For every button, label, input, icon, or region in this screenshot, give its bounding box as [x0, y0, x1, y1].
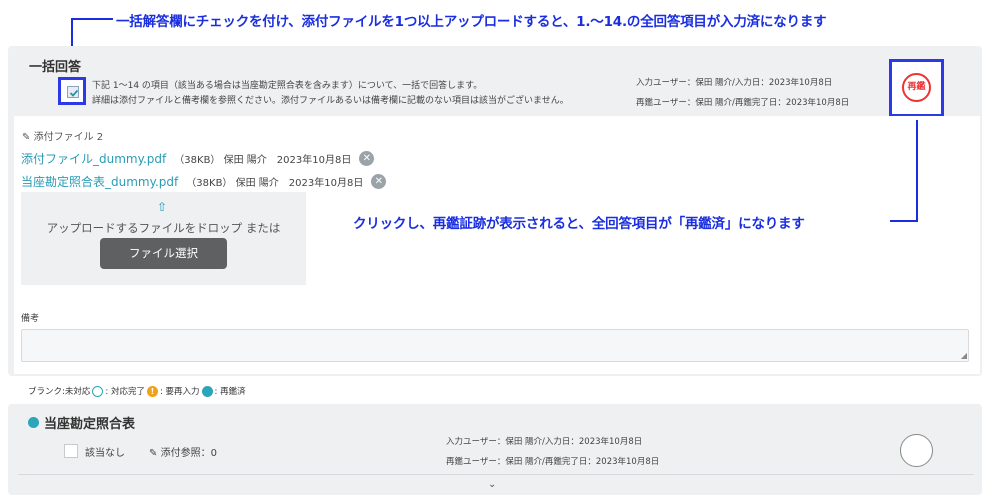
file-meta: （38KB） 保田 陽介 2023年10月8日 [174, 155, 352, 166]
description-line: 詳細は添付ファイルと備考欄を参照ください。添付ファイルあるいは備考欄に記載のない… [92, 96, 569, 106]
divider [18, 474, 974, 475]
file-link[interactable]: 添付ファイル_dummy.pdf [21, 150, 166, 167]
delete-file-icon[interactable]: ✕ [359, 151, 375, 166]
legend-done: : 再鑑済 [214, 387, 246, 397]
review-stamp-button[interactable] [900, 434, 933, 467]
legend-ok: : 対応完了 [105, 387, 145, 397]
not-applicable-label: 該当なし [85, 448, 125, 459]
paperclip-icon: ✎ [149, 448, 158, 459]
attachment-ref-label: 添付参照：0 [160, 448, 217, 459]
section-title: 当座勘定照合表 [44, 417, 136, 432]
file-dropzone[interactable]: ⇧ アップロードするファイルをドロップ または ファイル選択 [21, 192, 306, 285]
review-stamp-button[interactable]: 再鑑 [902, 73, 931, 102]
callout-line [71, 18, 113, 20]
annotation-top: 一括解答欄にチェックを付け、添付ファイルを1つ以上アップロードすると、1.〜14… [116, 14, 827, 30]
file-select-button[interactable]: ファイル選択 [100, 238, 227, 269]
annotation-mid: クリックし、再鑑証跡が表示されると、全回答項目が「再鑑済」になります [353, 216, 805, 232]
highlight-box [58, 77, 86, 105]
paperclip-icon: ✎ [22, 132, 31, 143]
section-title: 一括回答 [29, 60, 82, 75]
memo-label: 備考 [21, 314, 40, 324]
resize-handle-icon[interactable]: ◢ [961, 352, 967, 360]
dropzone-text: アップロードするファイルをドロップ または [46, 221, 281, 235]
status-check-icon [28, 417, 39, 428]
upload-icon: ⇧ [157, 200, 168, 214]
review-user-meta: 再鑑ユーザー：保田 陽介/再鑑完了日：2023年10月8日 [636, 98, 850, 108]
attachment-panel: ✎ 添付ファイル 2 添付ファイル_dummy.pdf （38KB） 保田 陽介… [14, 116, 980, 374]
input-user-meta: 入力ユーザー：保田 陽介/入力日：2023年10月8日 [636, 78, 833, 88]
check-icon [69, 89, 79, 97]
bulk-answer-section: 一括回答 下記 1～14 の項目（該当ある場合は当座勘定照合表を含みます）につい… [8, 46, 982, 376]
chevron-down-icon[interactable]: ⌄ [488, 479, 496, 490]
file-row: 当座勘定照合表_dummy.pdf （38KB） 保田 陽介 2023年10月8… [21, 173, 387, 190]
file-row: 添付ファイル_dummy.pdf （38KB） 保田 陽介 2023年10月8日… [21, 150, 375, 167]
statement-section: 当座勘定照合表 該当なし ✎ 添付参照：0 入力ユーザー：保田 陽介/入力日：2… [8, 404, 982, 495]
attachment-ref: ✎ 添付参照：0 [149, 444, 217, 459]
file-link[interactable]: 当座勘定照合表_dummy.pdf [21, 173, 178, 190]
bulk-answer-checkbox[interactable] [67, 86, 79, 98]
callout-line [916, 120, 918, 222]
reviewed-icon [201, 385, 213, 397]
file-meta: （38KB） 保田 陽介 2023年10月8日 [186, 178, 364, 189]
memo-textarea[interactable]: ◢ [21, 329, 969, 362]
status-legend: ブランク:未対応 : 対応完了 ! : 要再入力 : 再鑑済 [28, 385, 246, 397]
legend-warn: : 要再入力 [159, 387, 200, 397]
input-user-meta: 入力ユーザー：保田 陽介/入力日：2023年10月8日 [446, 437, 643, 447]
done-check-icon [92, 385, 104, 397]
attachment-header: ✎ 添付ファイル 2 [22, 128, 103, 143]
callout-line [890, 220, 918, 222]
highlight-box: 再鑑 [889, 59, 944, 117]
review-user-meta: 再鑑ユーザー：保田 陽介/再鑑完了日：2023年10月8日 [446, 457, 660, 467]
delete-file-icon[interactable]: ✕ [371, 174, 387, 189]
not-applicable-checkbox[interactable] [64, 444, 78, 458]
warning-icon: ! [146, 385, 158, 397]
legend-blank: ブランク:未対応 [28, 387, 91, 397]
description-line: 下記 1～14 の項目（該当ある場合は当座勘定照合表を含みます）について、一括で… [92, 81, 483, 91]
attachment-count: 添付ファイル 2 [33, 132, 104, 143]
